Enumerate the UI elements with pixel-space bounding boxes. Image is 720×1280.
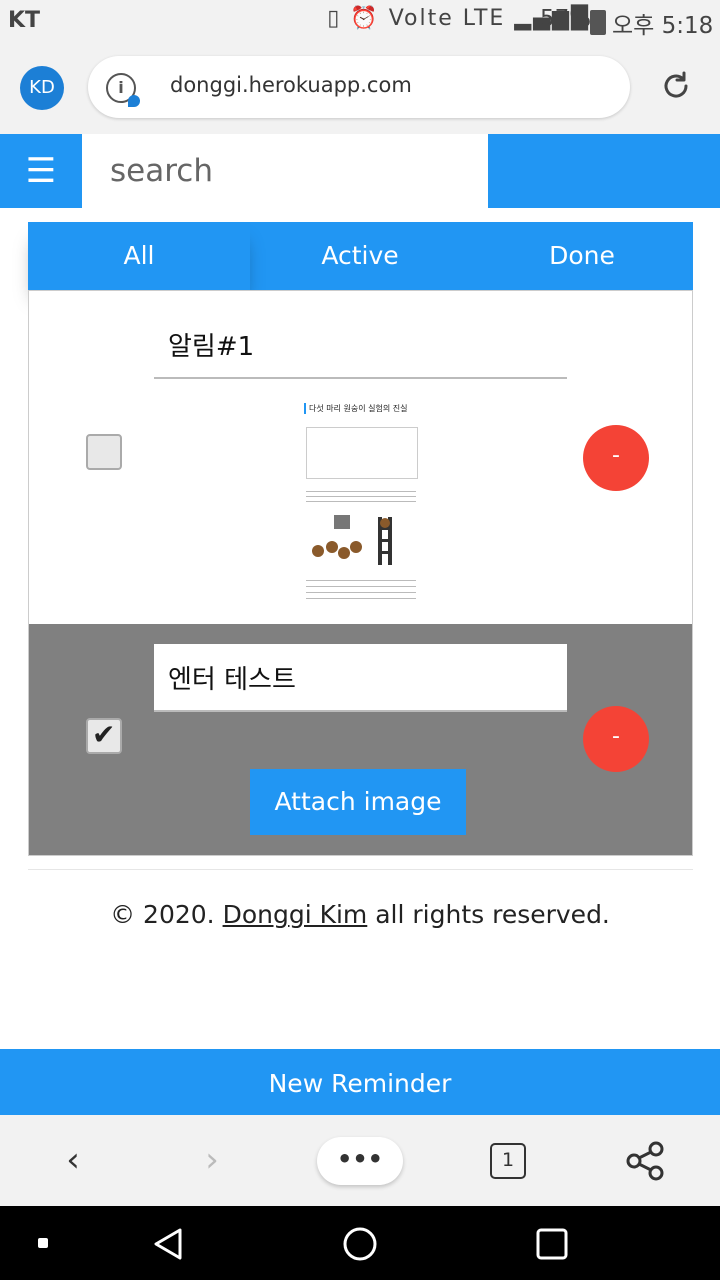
footer: © 2020. Donggi Kim all rights reserved. (0, 900, 720, 929)
reminder-item-done: ✔ - Attach image (29, 624, 692, 855)
url-text: donggi.herokuapp.com (170, 73, 412, 97)
attached-image-table (306, 427, 418, 479)
reminder-title-input[interactable] (154, 644, 567, 712)
footer-suffix: all rights reserved. (367, 900, 610, 929)
divider (28, 869, 693, 870)
delete-button[interactable]: - (583, 425, 649, 491)
tab-done[interactable]: Done (471, 222, 693, 290)
nav-home-icon[interactable] (341, 1225, 379, 1263)
browser-toolbar: ‹ › ••• 1 (0, 1115, 720, 1206)
attached-image-text (306, 487, 416, 503)
site-info-icon[interactable]: i (106, 73, 140, 107)
menu-button[interactable]: ☰ (0, 134, 82, 208)
delete-button[interactable]: - (583, 706, 649, 772)
new-reminder-button[interactable]: New Reminder (0, 1049, 720, 1115)
attached-image: 다섯 마리 원숭이 실험의 진실 (304, 403, 419, 603)
battery-icon (590, 10, 606, 35)
reminder-title-input[interactable] (154, 311, 567, 379)
attach-image-button[interactable]: Attach image (250, 769, 466, 835)
author-link[interactable]: Donggi Kim (223, 900, 368, 929)
tab-all[interactable]: All (28, 222, 250, 290)
app-header: ☰ (0, 134, 720, 208)
battery-percent: 57% (540, 6, 592, 32)
forward-icon[interactable]: › (187, 1115, 237, 1206)
reminder-checkbox[interactable]: ✔ (86, 718, 122, 754)
attached-image-footer (306, 575, 416, 603)
refresh-icon[interactable] (660, 70, 692, 102)
avatar[interactable]: KD (20, 66, 64, 110)
more-menu-button[interactable]: ••• (317, 1137, 403, 1185)
system-nav-bar (0, 1206, 720, 1280)
share-icon[interactable] (620, 1115, 670, 1206)
reminder-list: 다섯 마리 원숭이 실험의 진실 - ✔ - (28, 290, 693, 856)
tab-count-button[interactable]: 1 (490, 1143, 526, 1179)
reminder-checkbox[interactable] (86, 434, 122, 470)
footer-prefix: © 2020. (110, 900, 223, 929)
nav-back-icon[interactable] (150, 1226, 186, 1262)
nav-recents-icon[interactable] (535, 1227, 569, 1261)
back-icon[interactable]: ‹ (48, 1115, 98, 1206)
filter-tabs: All Active Done (28, 222, 693, 290)
checkmark-icon: ✔ (92, 718, 116, 751)
status-bar: KT ▯ ⏰ Volte LTE ▂▄▆█ 57% 오후 5:18 (0, 0, 720, 42)
attached-image-title: 다섯 마리 원숭이 실험의 진실 (304, 403, 408, 414)
url-field[interactable]: i donggi.herokuapp.com (88, 56, 630, 118)
browser-address-bar: KD i donggi.herokuapp.com (0, 42, 720, 134)
clock: 오후 5:18 (612, 13, 714, 39)
search-input[interactable] (82, 134, 488, 208)
tab-active[interactable]: Active (249, 222, 471, 290)
nav-indicator-icon (38, 1238, 48, 1248)
carrier-label: KT (8, 8, 41, 33)
monkey-illustration (312, 515, 392, 565)
reminder-item: 다섯 마리 원숭이 실험의 진실 - (29, 291, 692, 626)
